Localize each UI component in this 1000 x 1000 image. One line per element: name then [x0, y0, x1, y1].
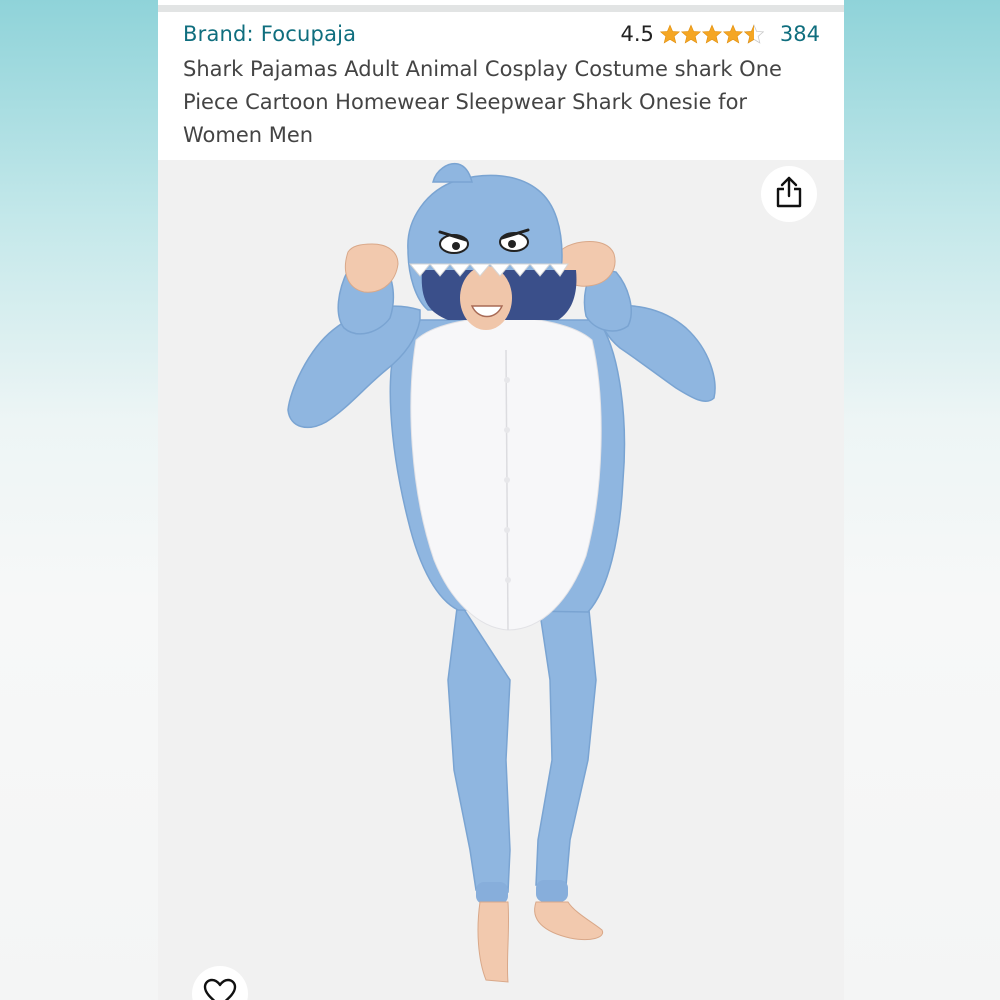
product-title: Shark Pajamas Adult Animal Cosplay Costu… — [183, 57, 782, 147]
product-card: Brand: Focupaja 4.5 384 Shark Pajamas Ad… — [158, 0, 844, 1000]
brand-link[interactable]: Brand: Focupaja — [183, 22, 356, 46]
product-header: Brand: Focupaja 4.5 384 Shark Pajamas Ad… — [158, 12, 844, 160]
rating-value: 4.5 — [620, 22, 654, 46]
rating-summary[interactable]: 4.5 384 — [621, 22, 821, 46]
star-rating-icon — [660, 24, 764, 44]
right-background — [844, 0, 1000, 1000]
review-count-link[interactable]: 384 — [780, 22, 820, 46]
star-icon — [681, 24, 701, 44]
left-background — [0, 0, 158, 1000]
share-icon — [774, 175, 804, 213]
heart-icon — [203, 978, 237, 1000]
product-image[interactable] — [158, 160, 844, 1000]
star-icon — [660, 24, 680, 44]
top-divider — [158, 5, 844, 12]
shark-onesie-photo — [287, 162, 716, 983]
rating-stars — [660, 23, 764, 45]
star-icon — [702, 24, 722, 44]
share-button[interactable] — [761, 166, 817, 222]
star-icon — [723, 24, 743, 44]
